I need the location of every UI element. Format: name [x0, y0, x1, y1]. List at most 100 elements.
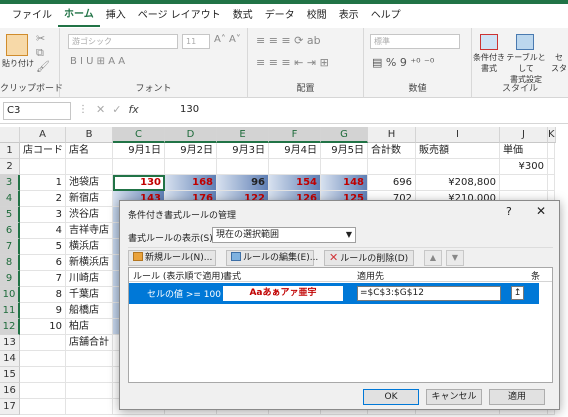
cell-f1[interactable]: 9月4日 — [269, 143, 321, 159]
font-name-combo[interactable]: 游ゴシック — [68, 34, 178, 49]
cell-a14[interactable] — [20, 351, 66, 367]
grow-font-icon[interactable]: A˄ A˅ — [214, 34, 241, 45]
cell-a16[interactable] — [20, 383, 66, 399]
row-header-9[interactable]: 9 — [0, 271, 20, 287]
col-header-a[interactable]: A — [20, 127, 66, 143]
paste-button[interactable]: 貼り付け — [2, 58, 34, 69]
row-header-8[interactable]: 8 — [0, 255, 20, 271]
cell-d3[interactable]: 168 — [165, 175, 217, 191]
format-as-table-icon[interactable] — [516, 34, 534, 50]
cell-i3[interactable]: ¥208,800 — [416, 175, 500, 191]
row-header-14[interactable]: 14 — [0, 351, 20, 367]
cell-a4[interactable]: 2 — [20, 191, 66, 207]
col-header-f[interactable]: F — [269, 127, 321, 143]
align-left-icons[interactable]: ≡ ≡ ≡ ⇤ ⇥ ⊞ — [256, 56, 329, 69]
row-header-11[interactable]: 11 — [0, 303, 20, 319]
cell-b11[interactable]: 船橋店 — [66, 303, 113, 319]
tab-7[interactable]: 表示 — [333, 4, 365, 28]
bold-italic-underline-icons[interactable]: B I U ⊞ A A — [70, 56, 125, 67]
cell-styles-button[interactable]: セ スタ — [550, 52, 568, 74]
cell-b9[interactable]: 川崎店 — [66, 271, 113, 287]
row-header-12[interactable]: 12 — [0, 319, 20, 335]
cell-a13[interactable] — [20, 335, 66, 351]
cell-i1[interactable]: 販売額 — [416, 143, 500, 159]
cell-i2[interactable] — [416, 159, 500, 175]
cancel-icon[interactable]: ✕ — [96, 103, 105, 116]
collapse-range-icon[interactable]: ↥ — [511, 286, 524, 300]
col-header-j[interactable]: J — [500, 127, 548, 143]
cell-b12[interactable]: 柏店 — [66, 319, 113, 335]
cell-d2[interactable] — [165, 159, 217, 175]
cell-a6[interactable]: 4 — [20, 223, 66, 239]
help-icon[interactable]: ? — [506, 205, 512, 218]
close-icon[interactable]: ✕ — [536, 204, 546, 218]
cell-b5[interactable]: 渋谷店 — [66, 207, 113, 223]
conditional-format-button[interactable]: 条件付き 書式 — [472, 52, 506, 74]
cell-a5[interactable]: 3 — [20, 207, 66, 223]
row-header-7[interactable]: 7 — [0, 239, 20, 255]
cell-j1[interactable]: 単価 — [500, 143, 548, 159]
cell-b6[interactable]: 吉祥寺店 — [66, 223, 113, 239]
cell-a15[interactable] — [20, 367, 66, 383]
cell-a10[interactable]: 8 — [20, 287, 66, 303]
cell-f2[interactable] — [269, 159, 321, 175]
cell-a17[interactable] — [20, 399, 66, 415]
row-header-10[interactable]: 10 — [0, 287, 20, 303]
align-top-icons[interactable]: ≡ ≡ ≡ ⟳ ab — [256, 34, 321, 47]
name-box[interactable]: C3 — [3, 102, 71, 120]
cut-icon[interactable]: ✂ — [36, 32, 45, 45]
tab-4[interactable]: 数式 — [227, 4, 259, 28]
show-rules-select[interactable]: 現在の選択範囲 ▼ — [212, 227, 356, 243]
edit-rule-button[interactable]: ルールの編集(E)... — [226, 250, 318, 266]
tab-5[interactable]: データ — [259, 4, 301, 28]
row-header-2[interactable]: 2 — [0, 159, 20, 175]
cell-g2[interactable] — [321, 159, 368, 175]
format-painter-icon[interactable]: 🖌 — [36, 60, 50, 73]
row-header-4[interactable]: 4 — [0, 191, 20, 207]
cell-f3[interactable]: 154 — [269, 175, 321, 191]
row-header-17[interactable]: 17 — [0, 399, 20, 415]
cell-a12[interactable]: 10 — [20, 319, 66, 335]
copy-icon[interactable]: ⧉ — [36, 46, 44, 60]
cell-c1[interactable]: 9月1日 — [113, 143, 165, 159]
rule-row[interactable]: セルの値 >= 100 Aaあぁアァ亜宇 =$C$3:$G$12 ↥ — [129, 283, 539, 304]
cell-e1[interactable]: 9月3日 — [217, 143, 269, 159]
row-header-6[interactable]: 6 — [0, 223, 20, 239]
cell-a1[interactable]: 店コード — [20, 143, 66, 159]
cell-b10[interactable]: 千葉店 — [66, 287, 113, 303]
cell-b15[interactable] — [66, 367, 113, 383]
col-header-k[interactable]: K — [548, 127, 556, 143]
row-header-5[interactable]: 5 — [0, 207, 20, 223]
tab-2[interactable]: 挿入 — [100, 4, 132, 28]
cell-a7[interactable]: 5 — [20, 239, 66, 255]
tab-3[interactable]: ページ レイアウト — [132, 4, 227, 28]
cell-a8[interactable]: 6 — [20, 255, 66, 271]
cell-h3[interactable]: 696 — [368, 175, 416, 191]
cell-a9[interactable]: 7 — [20, 271, 66, 287]
apply-button[interactable]: 適用 — [489, 389, 545, 405]
cell-j2[interactable]: ¥300 — [500, 159, 548, 175]
cell-k1[interactable] — [548, 143, 555, 159]
number-format-combo[interactable]: 標準 — [370, 34, 460, 49]
cell-b16[interactable] — [66, 383, 113, 399]
cell-c3[interactable]: 130 — [113, 175, 165, 191]
cell-e2[interactable] — [217, 159, 269, 175]
col-header-i[interactable]: I — [416, 127, 500, 143]
formula-bar-icons[interactable]: ✕ ✓ fx — [96, 103, 139, 116]
delete-rule-button[interactable]: ✕ ルールの削除(D) — [324, 250, 414, 266]
col-header-c[interactable]: C — [113, 127, 165, 143]
currency-percent-icons[interactable]: ▤ % 9 ⁺⁰ ⁻⁰ — [372, 56, 434, 69]
cell-a2[interactable] — [20, 159, 66, 175]
col-header-g[interactable]: G — [321, 127, 368, 143]
cell-k3[interactable] — [548, 175, 555, 191]
formula-input[interactable]: 130 — [180, 104, 199, 115]
cell-d1[interactable]: 9月2日 — [165, 143, 217, 159]
row-header-3[interactable]: 3 — [0, 175, 20, 191]
cell-h2[interactable] — [368, 159, 416, 175]
cell-g1[interactable]: 9月5日 — [321, 143, 368, 159]
tab-1[interactable]: ホーム — [58, 5, 100, 27]
cell-b1[interactable]: 店名 — [66, 143, 113, 159]
conditional-format-icon[interactable] — [480, 34, 498, 50]
row-header-1[interactable]: 1 — [0, 143, 20, 159]
tab-8[interactable]: ヘルプ — [365, 4, 407, 28]
